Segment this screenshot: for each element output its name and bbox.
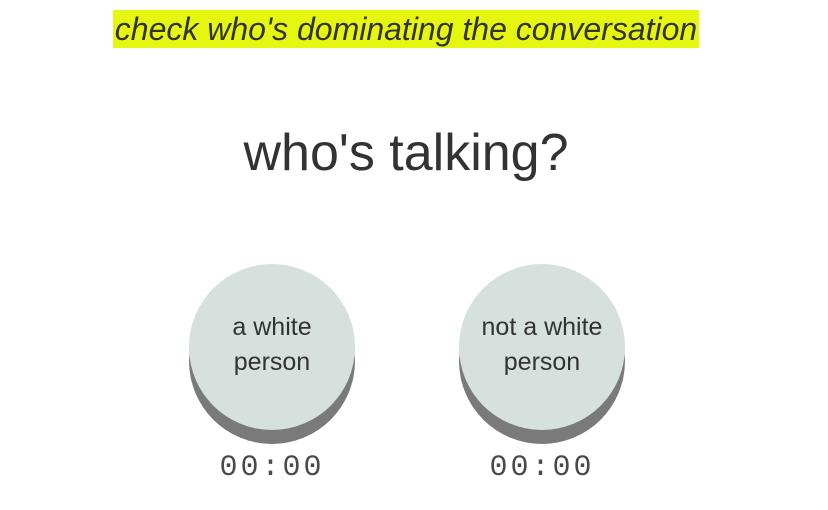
not-white-person-timer: 00:00 [489, 451, 595, 485]
speaker-white: a white person 00:00 [189, 264, 355, 485]
tagline-container: check who's dominating the conversation [0, 10, 812, 48]
white-person-button[interactable]: a white person [189, 264, 355, 430]
page-title: who's talking? [243, 124, 569, 182]
not-white-person-button-label: not a white person [481, 313, 603, 376]
not-white-person-button[interactable]: not a white person [459, 264, 625, 430]
tagline: check who's dominating the conversation [112, 10, 700, 48]
speaker-not-white: not a white person 00:00 [459, 264, 625, 485]
white-person-button-label: a white person [232, 313, 312, 376]
white-person-timer: 00:00 [219, 451, 325, 485]
